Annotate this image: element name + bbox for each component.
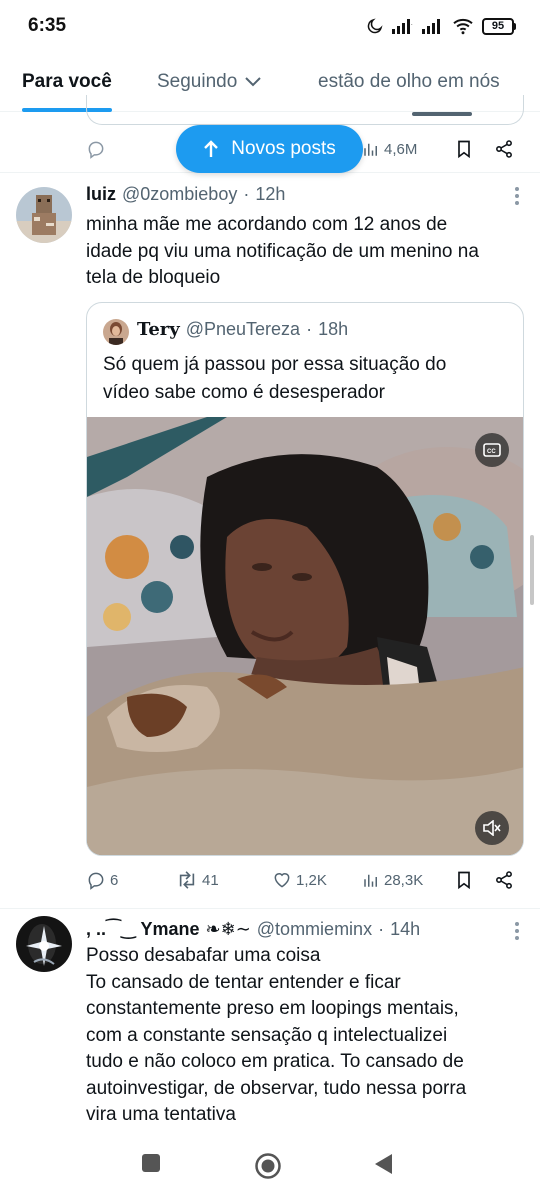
back-nav-icon[interactable] [372,1152,394,1181]
author-name[interactable]: , ..⁀‿ Ymane [86,919,200,940]
reply-button[interactable]: 6 [86,870,118,890]
post-time[interactable]: 12h [255,184,285,205]
status-icons: . 95 [366,17,516,35]
share-button[interactable] [494,139,514,159]
svg-text:CC: CC [487,449,496,455]
tweet-action-bar: 6 41 1,2K 28,3K [86,866,526,894]
author-handle[interactable]: @0zombieboy [122,184,237,205]
share-icon [496,140,512,158]
views-count: 4,6M [384,140,418,158]
reply-count: 6 [110,871,119,889]
moon-icon [367,18,383,34]
quote-author-handle: @PneuTereza [185,319,301,339]
quote-author-name: Tery [137,319,180,340]
like-count: 1,2K [296,871,327,889]
more-icon[interactable] [514,921,520,945]
like-button[interactable]: 1,2K [272,870,327,890]
author-name[interactable]: luiz [86,184,116,205]
repost-button[interactable]: 41 [176,870,219,890]
mute-icon [483,820,501,836]
avatar[interactable] [16,916,72,972]
bookmark-icon [458,140,470,159]
quote-header: Tery @PneuTereza · 18h [137,319,349,340]
tab-label: Seguindo [157,71,238,92]
tweet[interactable]: , ..⁀‿ Ymane ❧❄∼ @tommieminx · 14h Posso… [0,909,540,1140]
recents-nav-icon[interactable] [140,1152,162,1179]
views-button[interactable]: 28,3K [362,871,423,889]
wifi-icon [453,18,473,35]
views-icon [364,874,377,887]
repost-count: 41 [202,871,219,889]
battery-icon: 95 [482,17,516,35]
tweet-header: , ..⁀‿ Ymane ❧❄∼ @tommieminx · 14h [86,919,421,940]
share-icon [496,871,512,889]
repost-icon [179,871,195,889]
quote-text: Só quem já passou por essa situação do v… [103,354,447,403]
video-frame [87,417,523,855]
author-name-decoration: ❧❄∼ [205,919,251,939]
previous-card-edge [86,95,524,125]
quoted-post[interactable]: Tery @PneuTereza · 18h Só quem já passou… [86,302,524,856]
reply-button[interactable] [86,139,106,159]
mute-button[interactable] [475,811,509,845]
svg-text:.: . [411,21,413,27]
more-icon[interactable] [514,186,520,210]
new-posts-label: Novos posts [231,138,336,159]
views-button[interactable]: 4,6M [362,140,417,158]
quote-time: 18h [318,319,349,339]
captions-button[interactable]: CC [475,433,509,467]
tweet-text: Posso desabafar uma coisa To cansado de … [86,945,467,1125]
reply-icon [88,872,104,890]
signal-icon [422,19,440,34]
previous-card-pill [412,112,472,116]
reply-icon [88,141,104,159]
avatar[interactable] [16,187,72,243]
quote-avatar [103,319,129,345]
scrollbar-thumb[interactable] [530,535,534,605]
tweet-header: luiz @0zombieboy · 12h [86,184,286,205]
bookmark-button[interactable] [454,870,474,890]
like-icon [274,873,290,888]
new-posts-button[interactable]: Novos posts [176,125,363,173]
arrow-up-icon [204,140,219,157]
views-icon [364,143,377,156]
video-player[interactable]: CC [87,417,523,855]
post-time[interactable]: 14h [390,919,420,940]
bookmark-button[interactable] [454,139,474,159]
tab-label: estão de olho em nós [318,71,500,92]
battery-level: 95 [482,17,514,35]
status-bar: 6:35 . 95 [0,0,540,52]
views-count: 28,3K [384,871,424,889]
share-button[interactable] [494,870,514,890]
tweet[interactable]: luiz @0zombieboy · 12h minha mãe me acor… [0,174,540,908]
system-nav-bar [0,1140,540,1199]
signal-icon: . [392,19,413,34]
home-nav-icon[interactable] [254,1152,282,1185]
chevron-down-icon [245,77,262,87]
bookmark-icon [458,871,470,890]
author-handle[interactable]: @tommieminx [257,919,372,940]
status-time: 6:35 [28,15,67,36]
cc-icon: CC [483,443,501,457]
tab-label: Para você [22,71,112,92]
tweet-text: minha mãe me acordando com 12 anos de id… [86,214,479,288]
